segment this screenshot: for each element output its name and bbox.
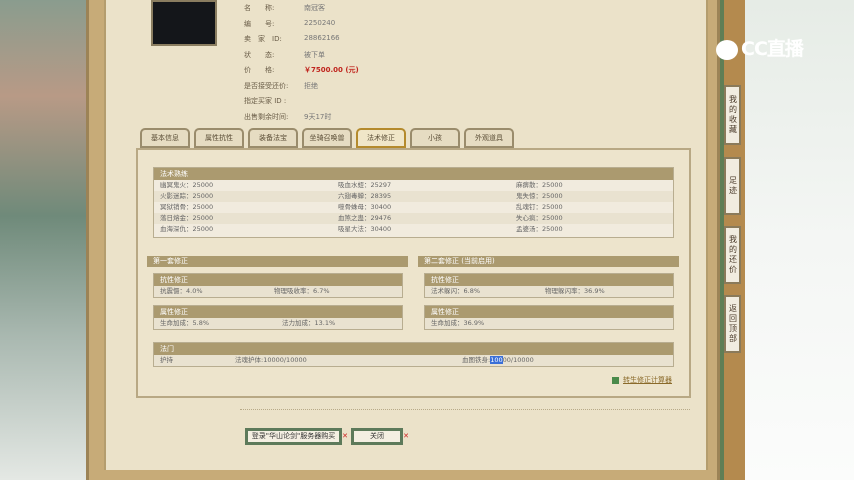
spell-skill-cell: 麻痹散：25000 (516, 181, 563, 189)
spell-skill-title: 法术熟练 (154, 168, 673, 180)
info-value: 2250240 (304, 18, 336, 27)
set2-resist-a: 法术躲闪：6.8% (431, 287, 481, 295)
info-value: ￥7500.00 (元) (304, 66, 359, 74)
info-label: 出售剩余时间: (244, 112, 289, 121)
tab-0[interactable]: 基本信息 (140, 128, 190, 148)
set1-attr-box: 属性修正 生命加成：5.8% 法力加成：13.1% (153, 305, 403, 330)
spell-skill-cell: 六翅毒蝉：28395 (338, 192, 392, 200)
spell-skill-rows: 幽冥鬼火：25000 吸血水蛭：25297 麻痹散：25000 火影迷踪：25000 六… (154, 180, 673, 235)
set1-attr-b: 法力加成：13.1% (282, 319, 336, 327)
set2-title: 第二套修正 (当前启用) (418, 256, 679, 267)
info-value: 被下单 (304, 50, 325, 59)
info-value: 28862166 (304, 34, 340, 42)
famen-name: 护持 (160, 356, 173, 364)
info-label: 编 号: (244, 19, 275, 28)
background-landscape (0, 0, 86, 480)
spell-skill-cell: 吸星大法：30400 (338, 225, 392, 233)
sidebar-label-history: 足迹 (728, 176, 738, 196)
sidebar-item-back-to-top[interactable]: 返回顶部 (724, 295, 741, 353)
sidebar-label-favorites: 我的收藏 (728, 95, 738, 135)
tab-5[interactable]: 小孩 (410, 128, 460, 148)
sidebar-item-history[interactable]: 足迹 (724, 157, 741, 215)
info-value: 南冠客 (304, 4, 325, 12)
calculator-icon (612, 376, 619, 384)
sidebar-item-favorites[interactable]: 我的收藏 (724, 85, 741, 145)
famen-title: 法门 (154, 343, 673, 355)
spell-skill-cell: 失心疯：25000 (516, 214, 563, 222)
spell-skill-row: 幽冥鬼火：25000 吸血水蛭：25297 麻痹散：25000 (154, 180, 673, 191)
famen-b-pre: 血图铁身: (462, 356, 491, 364)
famen-a: 法魂护体:10000/10000 (235, 356, 307, 364)
selected-text[interactable]: 100 (490, 356, 503, 364)
spell-skill-cell: 噬骨蛛母：30400 (338, 203, 392, 211)
info-label: 是否接受还价: (244, 81, 289, 90)
spell-skill-cell: 吸血水蛭：25297 (338, 181, 392, 189)
info-row: 指定买家 ID : (244, 96, 286, 106)
set1-title: 第一套修正 (147, 256, 408, 267)
info-row: 卖 家 ID: 28862166 (244, 34, 340, 44)
spell-skill-cell: 冥狱销骨：25000 (160, 203, 214, 211)
tab-3[interactable]: 坐骑召唤兽 (302, 128, 352, 148)
buy-on-server-button[interactable]: 登录"华山论剑"服务器购买 (245, 428, 348, 445)
set1-resist-title: 抗性修正 (154, 274, 402, 286)
divider (240, 409, 690, 410)
info-label: 卖 家 ID: (244, 35, 282, 43)
info-row: 名 称: 南冠客 (244, 3, 325, 13)
rebirth-calculator-link[interactable]: 转生修正计算器 (612, 375, 672, 385)
famen-b: 血图铁身:10000/10000 (462, 355, 534, 366)
info-value: 9天17时 (304, 112, 332, 121)
famen-box: 法门 护持 法魂护体:10000/10000 血图铁身:10000/10000 (153, 342, 674, 367)
set2-resist-title: 抗性修正 (425, 274, 673, 286)
sidebar-item-my-offers[interactable]: 我的还价 (724, 226, 741, 284)
info-label: 价 格: (244, 66, 275, 74)
spell-skill-row: 血海深仇：25000 吸星大法：30400 孟婆汤：25000 (154, 224, 673, 235)
spell-skill-cell: 火影迷踪：25000 (160, 192, 214, 200)
info-row: 编 号: 2250240 (244, 19, 335, 29)
set2-resist-b: 物理躲闪率：36.9% (545, 287, 605, 295)
info-label: 状 态: (244, 50, 275, 59)
sidebar-label-my-offers: 我的还价 (728, 235, 738, 275)
spell-skill-row: 火影迷踪：25000 六翅毒蝉：28395 鬼失惊：25000 (154, 191, 673, 202)
spell-skill-cell: 孟婆汤：25000 (516, 225, 563, 233)
info-label: 指定买家 ID : (244, 97, 287, 105)
tab-4[interactable]: 法术修正 (356, 128, 406, 148)
cc-live-logo: CC直播 (716, 34, 804, 61)
set2-resist-box: 抗性修正 法术躲闪：6.8% 物理躲闪率：36.9% (424, 273, 674, 298)
tab-1[interactable]: 属性抗性 (194, 128, 244, 148)
close-button[interactable]: 关闭 (351, 428, 409, 445)
spell-skill-cell: 血海深仇：25000 (160, 225, 214, 233)
tab-2[interactable]: 装备法宝 (248, 128, 298, 148)
info-row: 价 格: ￥7500.00 (元) (244, 65, 359, 75)
spell-skill-cell: 幽冥鬼火：25000 (160, 181, 214, 189)
spell-skill-cell: 乱魂钉：25000 (516, 203, 563, 211)
logo-icon (716, 39, 738, 60)
spell-skill-cell: 鬼失惊：25000 (516, 192, 563, 200)
spell-skill-row: 冥狱销骨：25000 噬骨蛛母：30400 乱魂钉：25000 (154, 202, 673, 213)
calc-link-label: 转生修正计算器 (623, 376, 672, 384)
famen-b-post: 00/10000 (502, 356, 534, 364)
set2-attr-a: 生命加成：36.9% (431, 319, 485, 327)
background-right (745, 0, 854, 480)
set1-attr-a: 生命加成：5.8% (160, 319, 210, 327)
info-row: 出售剩余时间: 9天17时 (244, 112, 331, 122)
spell-skill-box: 法术熟练 幽冥鬼火：25000 吸血水蛭：25297 麻痹散：25000 火影迷踪：2… (153, 167, 674, 238)
tab-bar: 基本信息 属性抗性 装备法宝 坐骑召唤兽 法术修正 小孩 外观道具 (140, 128, 514, 148)
spell-skill-row: 落日熔金：25000 血煞之蛊：29476 失心疯：25000 (154, 213, 673, 224)
info-label: 名 称: (244, 4, 275, 12)
sidebar-label-back-to-top: 返回顶部 (728, 304, 738, 344)
info-value: 拒绝 (304, 81, 318, 90)
info-row: 状 态: 被下单 (244, 50, 325, 60)
logo-text: CC直播 (741, 38, 804, 60)
spell-skill-cell: 血煞之蛊：29476 (338, 214, 392, 222)
set1-resist-b: 物理吸收率：6.7% (274, 287, 330, 295)
info-row: 是否接受还价: 拒绝 (244, 81, 318, 91)
tab-6[interactable]: 外观道具 (464, 128, 514, 148)
spell-skill-cell: 落日熔金：25000 (160, 214, 214, 222)
set1-resist-box: 抗性修正 抗震慑：4.0% 物理吸收率：6.7% (153, 273, 403, 298)
set1-resist-a: 抗震慑：4.0% (160, 287, 203, 295)
set2-attr-box: 属性修正 生命加成：36.9% (424, 305, 674, 330)
set1-attr-title: 属性修正 (154, 306, 402, 318)
character-avatar (151, 0, 217, 46)
set2-attr-title: 属性修正 (425, 306, 673, 318)
